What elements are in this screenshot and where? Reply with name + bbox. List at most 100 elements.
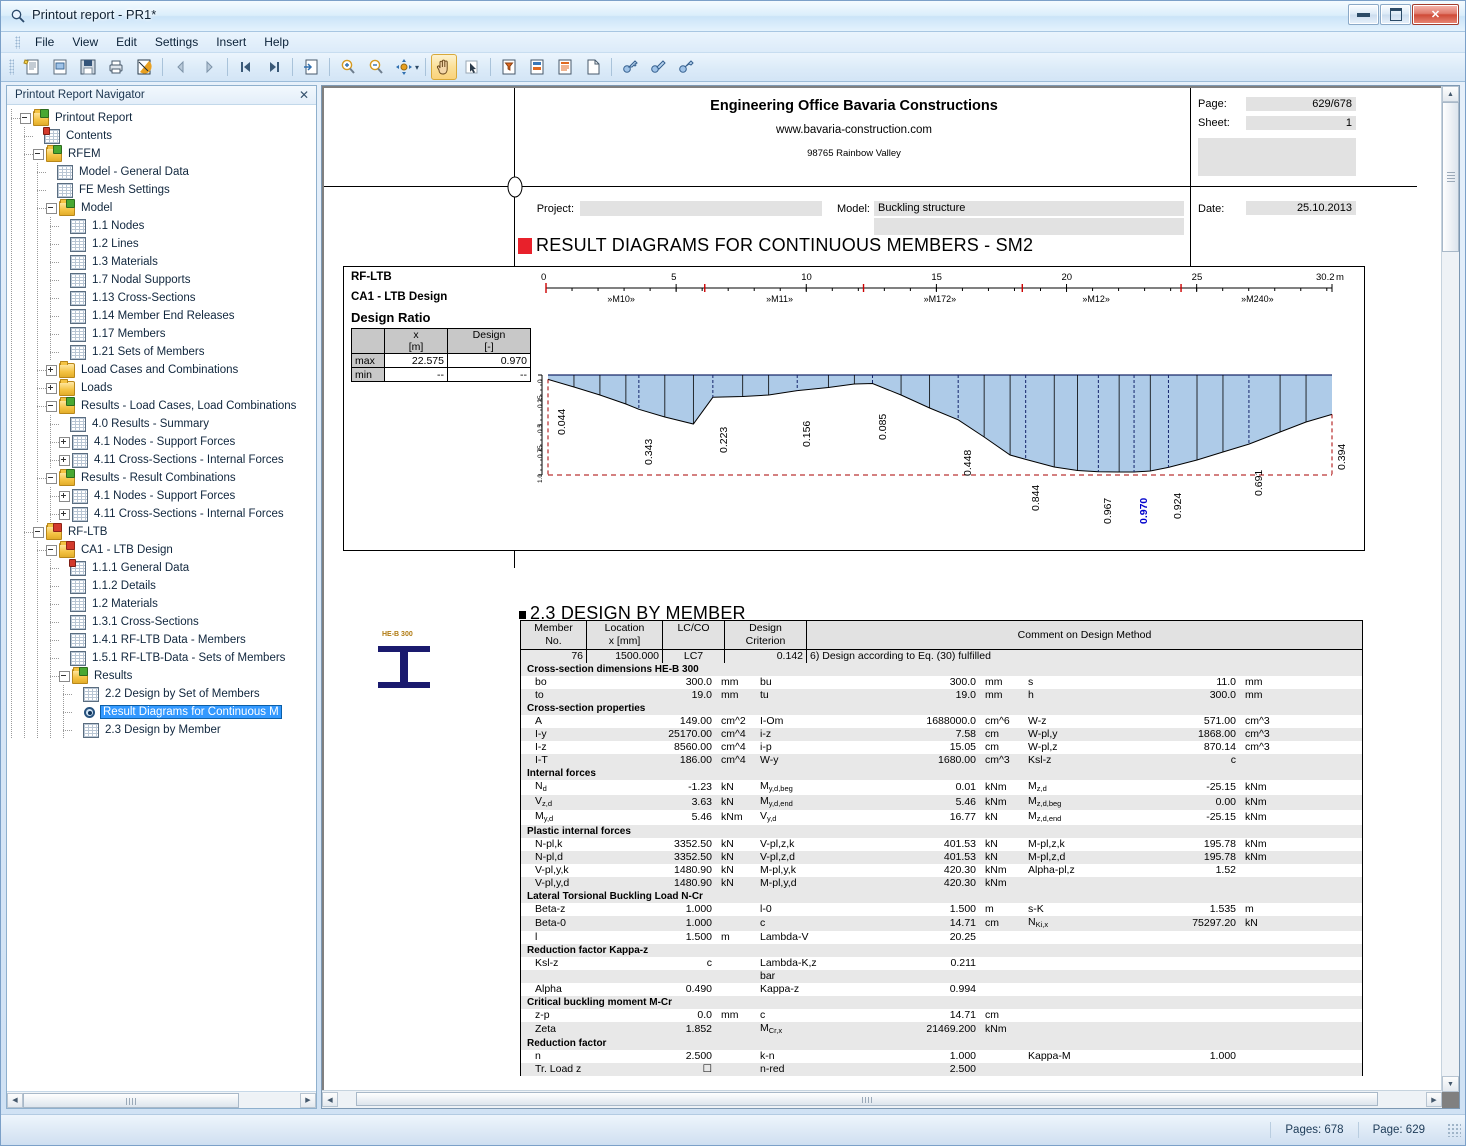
tree-item-model-general-data[interactable]: Model - General Data (7, 163, 316, 181)
menu-grip[interactable] (15, 35, 20, 49)
collapse-toggle-icon[interactable] (33, 148, 44, 160)
save-icon[interactable] (75, 54, 101, 80)
tree-item-results[interactable]: Results (7, 666, 316, 685)
tree-item-load-cases-and-combinations[interactable]: Load Cases and Combinations (7, 360, 316, 379)
tree-item-rfem[interactable]: RFEM (7, 144, 316, 163)
hscroll-thumb[interactable] (23, 1092, 239, 1108)
tree-item-2-2-design-by-set-of-members[interactable]: 2.2 Design by Set of Members (7, 685, 316, 703)
hscroll-track[interactable] (23, 1092, 300, 1108)
filter-page-icon[interactable] (496, 54, 522, 80)
vscroll-thumb[interactable] (1442, 102, 1459, 252)
tree-item-1-2-lines[interactable]: 1.2 Lines (7, 235, 316, 253)
expand-toggle-icon[interactable] (59, 454, 70, 466)
expand-toggle-icon[interactable] (59, 490, 70, 502)
scroll-left-icon[interactable]: ◀ (322, 1092, 338, 1107)
tree-item-result-diagrams-for-continuous-m[interactable]: Result Diagrams for Continuous M (7, 703, 316, 721)
export-icon[interactable] (298, 54, 324, 80)
pan-move-icon[interactable] (391, 54, 417, 80)
select-pointer-icon[interactable] (459, 54, 485, 80)
navigator-tree[interactable]: Printout Report Contents RFEM Model - Gener… (7, 105, 316, 1091)
param-unit (1239, 877, 1362, 890)
tree-item-1-7-nodal-supports[interactable]: 1.7 Nodal Supports (7, 271, 316, 289)
tree-item-results-load-cases-load-combinations[interactable]: Results - Load Cases, Load Combinations (7, 396, 316, 415)
last-page-icon[interactable] (261, 54, 287, 80)
scroll-right-icon[interactable]: ▶ (300, 1092, 316, 1108)
expand-toggle-icon[interactable] (59, 508, 70, 520)
key-edit-icon[interactable] (645, 54, 671, 80)
scroll-right-icon[interactable]: ▶ (1426, 1092, 1442, 1107)
resize-grip-icon[interactable] (1447, 1123, 1461, 1137)
collapse-toggle-icon[interactable] (59, 670, 70, 682)
tree-item-1-2-materials[interactable]: 1.2 Materials (7, 595, 316, 613)
collapse-toggle-icon[interactable] (20, 112, 31, 124)
toolbar-grip[interactable] (9, 59, 14, 75)
print-preview-icon[interactable] (131, 54, 157, 80)
tree-item-1-1-2-details[interactable]: 1.1.2 Details (7, 577, 316, 595)
scroll-down-icon[interactable]: ▼ (1442, 1076, 1459, 1092)
key-insert-icon[interactable] (617, 54, 643, 80)
tree-item-1-3-1-cross-sections[interactable]: 1.3.1 Cross-Sections (7, 613, 316, 631)
page-properties-icon[interactable] (524, 54, 550, 80)
tree-item-1-17-members[interactable]: 1.17 Members (7, 325, 316, 343)
collapse-toggle-icon[interactable] (33, 526, 44, 538)
navigator-hscrollbar[interactable]: ◀ ▶ (7, 1091, 316, 1108)
first-page-icon[interactable] (233, 54, 259, 80)
expand-toggle-icon[interactable] (59, 436, 70, 448)
tree-item-1-1-nodes[interactable]: 1.1 Nodes (7, 217, 316, 235)
menu-view[interactable]: View (63, 33, 107, 51)
collapse-toggle-icon[interactable] (46, 544, 57, 556)
expand-toggle-icon[interactable] (46, 364, 57, 376)
tree-item-1-13-cross-sections[interactable]: 1.13 Cross-Sections (7, 289, 316, 307)
tree-item-4-1-nodes-support-forces[interactable]: 4.1 Nodes - Support Forces (7, 433, 316, 451)
next-page-icon[interactable] (196, 54, 222, 80)
tree-item-1-14-member-end-releases[interactable]: 1.14 Member End Releases (7, 307, 316, 325)
page-layout-icon[interactable] (552, 54, 578, 80)
tree-item-4-0-results-summary[interactable]: 4.0 Results - Summary (7, 415, 316, 433)
print-icon[interactable] (103, 54, 129, 80)
expand-toggle-icon[interactable] (46, 382, 57, 394)
tree-item-1-4-1-rf-ltb-data-members[interactable]: 1.4.1 RF-LTB Data - Members (7, 631, 316, 649)
tree-item-4-1-nodes-support-forces[interactable]: 4.1 Nodes - Support Forces (7, 487, 316, 505)
tree-item-1-1-1-general-data[interactable]: 1.1.1 General Data (7, 558, 316, 577)
tree-item-loads[interactable]: Loads (7, 378, 316, 397)
tree-item-contents[interactable]: Contents (7, 126, 316, 145)
tree-item-rf-ltb[interactable]: RF-LTB (7, 522, 316, 541)
tree-item-fe-mesh-settings[interactable]: FE Mesh Settings (7, 181, 316, 199)
key-lock-icon[interactable] (673, 54, 699, 80)
tree-item-1-21-sets-of-members[interactable]: 1.21 Sets of Members (7, 343, 316, 361)
scroll-up-icon[interactable]: ▲ (1442, 86, 1459, 102)
scroll-left-icon[interactable]: ◀ (7, 1092, 23, 1108)
tree-item-1-3-materials[interactable]: 1.3 Materials (7, 253, 316, 271)
blank-page-icon[interactable] (580, 54, 606, 80)
minimize-button[interactable] (1348, 4, 1379, 25)
new-report-icon[interactable] (19, 54, 45, 80)
param-name (1025, 983, 1149, 996)
tree-item-2-3-design-by-member[interactable]: 2.3 Design by Member (7, 721, 316, 739)
tree-item-printout-report[interactable]: Printout Report (7, 108, 316, 127)
tree-item-4-11-cross-sections-internal-forces[interactable]: 4.11 Cross-Sections - Internal Forces (7, 451, 316, 469)
collapse-toggle-icon[interactable] (46, 202, 57, 214)
page-vscrollbar[interactable]: ▲ ▼ (1441, 86, 1459, 1092)
tree-item-model[interactable]: Model (7, 198, 316, 217)
tree-item-results-result-combinations[interactable]: Results - Result Combinations (7, 468, 316, 487)
tree-item-1-5-1-rf-ltb-data-sets-of-members[interactable]: 1.5.1 RF-LTB-Data - Sets of Members (7, 649, 316, 667)
tree-item-ca1-ltb-design[interactable]: CA1 - LTB Design (7, 540, 316, 559)
page-hscrollbar[interactable]: ◀ ▶ (322, 1090, 1442, 1108)
previous-page-icon[interactable] (168, 54, 194, 80)
menu-settings[interactable]: Settings (146, 33, 207, 51)
close-button[interactable]: ✕ (1412, 4, 1459, 25)
menu-insert[interactable]: Insert (207, 33, 255, 51)
maximize-button[interactable] (1380, 4, 1411, 25)
open-report-icon[interactable] (47, 54, 73, 80)
menu-help[interactable]: Help (255, 33, 298, 51)
hand-tool-icon[interactable] (431, 54, 458, 80)
page-hscroll-thumb[interactable] (356, 1092, 1378, 1106)
tree-item-4-11-cross-sections-internal-forces[interactable]: 4.11 Cross-Sections - Internal Forces (7, 505, 316, 523)
menu-edit[interactable]: Edit (107, 33, 146, 51)
zoom-in-icon[interactable] (335, 54, 361, 80)
collapse-toggle-icon[interactable] (46, 472, 57, 484)
collapse-toggle-icon[interactable] (46, 400, 57, 412)
menu-file[interactable]: File (26, 33, 63, 51)
close-icon[interactable]: ✕ (296, 88, 312, 102)
zoom-out-icon[interactable] (363, 54, 389, 80)
